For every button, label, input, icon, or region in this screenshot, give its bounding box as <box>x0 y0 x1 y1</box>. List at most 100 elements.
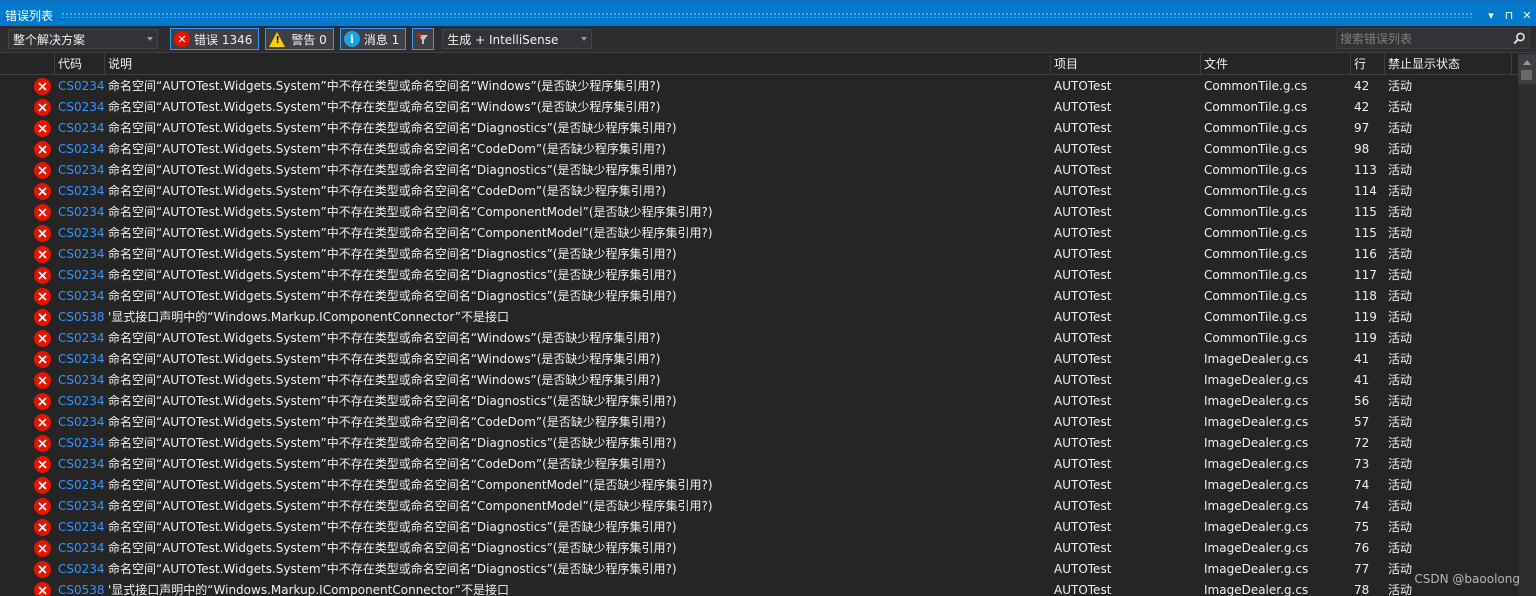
watermark: CSDN @baoolong <box>1414 572 1520 586</box>
error-code-link[interactable]: CS0234 <box>58 286 104 307</box>
auto-hide-button[interactable]: ⊓ <box>1500 9 1518 22</box>
filter-toggle-button[interactable] <box>412 28 435 50</box>
table-row[interactable]: CS0234 命名空间“AUTOTest.Widgets.System”中不存在类… <box>0 244 1518 265</box>
error-project: AUTOTest <box>1054 436 1112 450</box>
table-row[interactable]: CS0234 命名空间“AUTOTest.Widgets.System”中不存在类… <box>0 391 1518 412</box>
table-row[interactable]: CS0234 命名空间“AUTOTest.Widgets.System”中不存在类… <box>0 97 1518 118</box>
table-row[interactable]: CS0234 命名空间“AUTOTest.Widgets.System”中不存在类… <box>0 559 1518 580</box>
scrollbar-track[interactable] <box>1518 84 1536 596</box>
error-line: 115 <box>1354 226 1377 240</box>
table-row[interactable]: CS0234 命名空间“AUTOTest.Widgets.System”中不存在类… <box>0 265 1518 286</box>
error-line: 97 <box>1354 121 1370 135</box>
error-code-link[interactable]: CS0234 <box>58 265 104 286</box>
table-row[interactable]: CS0234 命名空间“AUTOTest.Widgets.System”中不存在类… <box>0 286 1518 307</box>
error-code-link[interactable]: CS0234 <box>58 454 104 475</box>
scroll-up-arrow-icon[interactable] <box>1523 60 1531 65</box>
table-row[interactable]: CS0234 命名空间“AUTOTest.Widgets.System”中不存在类… <box>0 517 1518 538</box>
error-description: 命名空间“AUTOTest.Widgets.System”中不存在类型或命名空间… <box>108 331 661 345</box>
table-row[interactable]: CS0234 命名空间“AUTOTest.Widgets.System”中不存在类… <box>0 349 1518 370</box>
error-project: AUTOTest <box>1054 394 1112 408</box>
error-code-link[interactable]: CS0234 <box>58 202 104 223</box>
table-row[interactable]: CS0234 命名空间“AUTOTest.Widgets.System”中不存在类… <box>0 475 1518 496</box>
error-icon <box>34 141 51 158</box>
table-row[interactable]: CS0234 命名空间“AUTOTest.Widgets.System”中不存在类… <box>0 181 1518 202</box>
column-header-code[interactable]: 代码 <box>54 54 106 75</box>
error-code-link[interactable]: CS0234 <box>58 97 104 118</box>
search-input[interactable] <box>1337 29 1509 48</box>
error-icon <box>34 99 51 116</box>
table-row[interactable]: CS0538 '显式接口声明中的“Windows.Markup.IComponen… <box>0 580 1518 596</box>
table-row[interactable]: CS0234 命名空间“AUTOTest.Widgets.System”中不存在类… <box>0 454 1518 475</box>
table-row[interactable]: CS0234 命名空间“AUTOTest.Widgets.System”中不存在类… <box>0 496 1518 517</box>
table-row[interactable]: CS0234 命名空间“AUTOTest.Widgets.System”中不存在类… <box>0 118 1518 139</box>
column-header-suppression[interactable]: 禁止显示状态 <box>1384 54 1512 75</box>
error-code-link[interactable]: CS0234 <box>58 412 104 433</box>
table-row[interactable]: CS0234 命名空间“AUTOTest.Widgets.System”中不存在类… <box>0 160 1518 181</box>
error-description: 命名空间“AUTOTest.Widgets.System”中不存在类型或命名空间… <box>108 205 713 219</box>
error-code-link[interactable]: CS0234 <box>58 475 104 496</box>
scope-dropdown[interactable]: 整个解决方案 <box>8 29 158 49</box>
warnings-filter-button[interactable]: ! 警告 0 <box>265 28 334 50</box>
column-header-line[interactable]: 行 <box>1350 54 1384 75</box>
titlebar-grip[interactable] <box>61 12 1474 18</box>
messages-filter-button[interactable]: i 消息 1 <box>339 28 407 50</box>
source-dropdown-value: 生成 + IntelliSense <box>447 32 559 47</box>
error-code-link[interactable]: CS0234 <box>58 559 104 580</box>
error-suppression-state: 活动 <box>1388 100 1413 114</box>
table-row[interactable]: CS0234 命名空间“AUTOTest.Widgets.System”中不存在类… <box>0 412 1518 433</box>
error-code-link[interactable]: CS0234 <box>58 328 104 349</box>
table-row[interactable]: CS0234 命名空间“AUTOTest.Widgets.System”中不存在类… <box>0 139 1518 160</box>
table-row[interactable]: CS0234 命名空间“AUTOTest.Widgets.System”中不存在类… <box>0 328 1518 349</box>
search-box[interactable] <box>1336 28 1530 49</box>
error-code-link[interactable]: CS0234 <box>58 517 104 538</box>
error-code-link[interactable]: CS0234 <box>58 349 104 370</box>
scrollbar-thumb[interactable] <box>1521 70 1532 80</box>
error-code-link[interactable]: CS0234 <box>58 76 104 97</box>
column-header-file[interactable]: 文件 <box>1200 54 1350 75</box>
error-file: CommonTile.g.cs <box>1204 289 1308 303</box>
error-code-link[interactable]: CS0538 <box>58 307 104 328</box>
table-row[interactable]: CS0234 命名空间“AUTOTest.Widgets.System”中不存在类… <box>0 433 1518 454</box>
table-row[interactable]: CS0234 命名空间“AUTOTest.Widgets.System”中不存在类… <box>0 202 1518 223</box>
error-code-link[interactable]: CS0538 <box>58 580 104 596</box>
error-icon <box>34 120 51 137</box>
error-code-link[interactable]: CS0234 <box>58 391 104 412</box>
window-menu-button[interactable]: ▾ <box>1482 9 1500 22</box>
error-code-link[interactable]: CS0234 <box>58 538 104 559</box>
table-row[interactable]: CS0234 命名空间“AUTOTest.Widgets.System”中不存在类… <box>0 223 1518 244</box>
info-icon: i <box>343 31 360 47</box>
error-description: 命名空间“AUTOTest.Widgets.System”中不存在类型或命名空间… <box>108 562 677 576</box>
error-line: 42 <box>1354 79 1370 93</box>
search-icon[interactable] <box>1509 32 1529 45</box>
error-code-link[interactable]: CS0234 <box>58 139 104 160</box>
error-code-link[interactable]: CS0234 <box>58 496 104 517</box>
error-file: CommonTile.g.cs <box>1204 142 1308 156</box>
error-code-link[interactable]: CS0234 <box>58 370 104 391</box>
error-description: 命名空间“AUTOTest.Widgets.System”中不存在类型或命名空间… <box>108 499 713 513</box>
error-code-link[interactable]: CS0234 <box>58 223 104 244</box>
error-description: 命名空间“AUTOTest.Widgets.System”中不存在类型或命名空间… <box>108 163 677 177</box>
errors-filter-button[interactable]: ✕ 错误 1346 <box>170 28 260 50</box>
vertical-scrollbar[interactable] <box>1518 54 1536 596</box>
error-description: 命名空间“AUTOTest.Widgets.System”中不存在类型或命名空间… <box>108 100 661 114</box>
table-row[interactable]: CS0538 '显式接口声明中的“Windows.Markup.IComponen… <box>0 307 1518 328</box>
error-description: 命名空间“AUTOTest.Widgets.System”中不存在类型或命名空间… <box>108 373 661 387</box>
error-code-link[interactable]: CS0234 <box>58 433 104 454</box>
error-code-link[interactable]: CS0234 <box>58 244 104 265</box>
error-list-rows: CS0234 命名空间“AUTOTest.Widgets.System”中不存在类… <box>0 76 1518 596</box>
error-code-link[interactable]: CS0234 <box>58 181 104 202</box>
titlebar-strip: 错误列表 ▾ ⊓ ✕ <box>0 4 1536 26</box>
column-header-description[interactable]: 说明 <box>104 54 1052 75</box>
messages-filter-label: 消息 1 <box>363 32 400 47</box>
chevron-down-icon <box>147 37 153 41</box>
error-line: 41 <box>1354 352 1370 366</box>
table-row[interactable]: CS0234 命名空间“AUTOTest.Widgets.System”中不存在类… <box>0 538 1518 559</box>
close-button[interactable]: ✕ <box>1518 9 1536 22</box>
source-dropdown[interactable]: 生成 + IntelliSense <box>442 29 593 49</box>
table-row[interactable]: CS0234 命名空间“AUTOTest.Widgets.System”中不存在类… <box>0 76 1518 97</box>
error-code-link[interactable]: CS0234 <box>58 160 104 181</box>
table-row[interactable]: CS0234 命名空间“AUTOTest.Widgets.System”中不存在类… <box>0 370 1518 391</box>
error-code-link[interactable]: CS0234 <box>58 118 104 139</box>
error-description: 命名空间“AUTOTest.Widgets.System”中不存在类型或命名空间… <box>108 457 666 471</box>
column-header-project[interactable]: 项目 <box>1050 54 1200 75</box>
